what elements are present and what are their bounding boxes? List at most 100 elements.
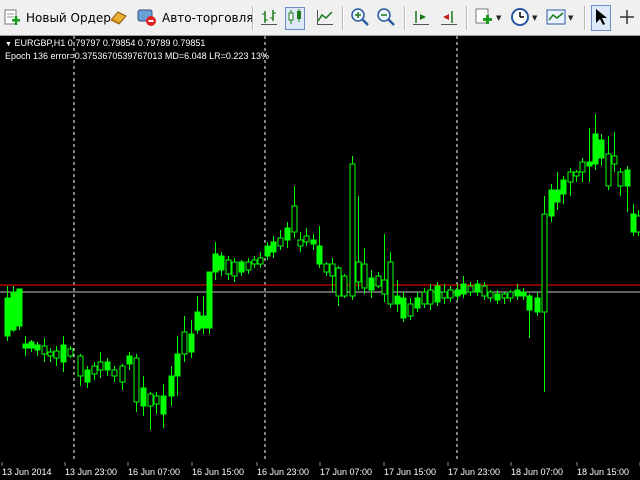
candle-body: [335, 267, 342, 297]
bar-chart-icon: [260, 8, 278, 29]
candle-body: [355, 261, 362, 283]
candle-body: [441, 291, 448, 299]
candle-body: [592, 133, 599, 165]
candle-body: [407, 303, 414, 317]
x-axis-label: 17 Jun 15:00: [384, 467, 436, 477]
candle-body: [494, 293, 501, 301]
candle-body: [168, 375, 175, 397]
candle-body: [147, 393, 154, 407]
candle-body: [586, 161, 593, 167]
candle-body: [97, 361, 104, 371]
bar-chart-button[interactable]: [260, 6, 278, 30]
candle-body: [579, 161, 586, 173]
candle-body: [349, 163, 356, 297]
candle-body: [624, 169, 631, 187]
chart-canvas[interactable]: 13 Jun 2014 13 Jun 23:00 16 Jun 07:00 16 Ju…: [0, 36, 640, 480]
zoom-out-icon: [376, 7, 396, 30]
candle-body: [174, 353, 181, 377]
chart-shift-button[interactable]: [412, 6, 430, 30]
templates-button[interactable]: ▼: [546, 6, 573, 30]
chart-shift-icon: [412, 8, 430, 29]
collapse-triangle-icon[interactable]: ▼: [5, 41, 12, 48]
x-axis-label: 16 Jun 07:00: [128, 467, 180, 477]
candle-body: [231, 261, 238, 277]
candle-body: [297, 239, 304, 247]
candle-body: [291, 205, 298, 233]
x-axis-label: 16 Jun 15:00: [192, 467, 244, 477]
candle-body: [257, 257, 264, 265]
auto-trading-button[interactable]: Авто-торговля: [136, 6, 254, 30]
candle-body: [617, 171, 624, 187]
candle-body: [133, 357, 140, 403]
candle-body: [554, 189, 561, 203]
candle-body: [126, 355, 133, 365]
candle-body: [567, 171, 574, 183]
toolbar: Новый Ордер Авто-торговля ▼ ▼ ▼: [0, 0, 640, 36]
add-indicator-button[interactable]: ▼: [474, 6, 501, 30]
candle-body: [387, 261, 394, 305]
candle-body: [160, 395, 167, 415]
candle-body: [598, 139, 605, 159]
periods-icon: [510, 7, 530, 30]
price-chart[interactable]: 13 Jun 2014 13 Jun 23:00 16 Jun 07:00 16 Ju…: [0, 36, 640, 480]
candle-body: [200, 315, 207, 329]
zoom-out-button[interactable]: [376, 6, 396, 30]
candle-body: [47, 351, 54, 357]
candle-body: [507, 291, 514, 299]
candle-body: [303, 235, 310, 243]
x-axis-label: 13 Jun 23:00: [65, 467, 117, 477]
candle-body: [264, 245, 271, 257]
candle-body: [119, 365, 126, 383]
candle-body: [573, 171, 580, 177]
chart-symbol-header: ▼ EURGBP,H1 0.79797 0.79854 0.79789 0.79…: [5, 38, 205, 48]
candle-body: [212, 253, 219, 273]
crosshair-icon: [618, 8, 636, 29]
autoscroll-icon: [440, 8, 458, 29]
new-order-label: Новый Ордер: [26, 11, 111, 25]
candle-body: [427, 289, 434, 305]
candle-body: [60, 344, 67, 363]
candle-body: [181, 331, 188, 355]
autoscroll-button[interactable]: [440, 6, 458, 30]
candle-body: [375, 275, 382, 287]
candle-body: [400, 297, 407, 319]
candle-body: [323, 263, 330, 273]
candle-body: [514, 289, 521, 297]
zoom-in-icon: [350, 7, 370, 30]
chevron-down-icon: ▼: [496, 14, 502, 22]
candle-body: [329, 263, 336, 277]
candle-body: [251, 259, 258, 265]
candle-body: [635, 215, 640, 233]
candle-body: [560, 179, 567, 195]
new-order-button[interactable]: Новый Ордер: [4, 6, 111, 30]
candle-body: [368, 277, 375, 291]
candle-body: [487, 291, 494, 299]
auto-trading-label: Авто-торговля: [162, 11, 254, 25]
candle-body: [447, 289, 454, 299]
candle-body: [277, 237, 284, 247]
candle-body: [140, 387, 147, 407]
zoom-in-button[interactable]: [350, 6, 370, 30]
candle-body: [548, 189, 555, 217]
candle-body: [270, 241, 277, 253]
candle-body: [104, 361, 111, 371]
x-axis-label: 13 Jun 2014: [2, 467, 52, 477]
crosshair-button[interactable]: [618, 6, 636, 30]
add-indicator-icon: [474, 7, 494, 30]
periods-button[interactable]: ▼: [510, 6, 537, 30]
candle-body: [4, 297, 11, 337]
candle-body: [434, 285, 441, 303]
line-chart-button[interactable]: [316, 6, 334, 30]
candle-body: [421, 291, 428, 305]
history-button[interactable]: [108, 6, 128, 30]
candlestick-chart-button[interactable]: [285, 6, 305, 30]
candle-body: [284, 227, 291, 241]
x-axis-label: 18 Jun 07:00: [511, 467, 563, 477]
candlestick-chart-icon: [285, 6, 305, 30]
candle-body: [53, 350, 60, 359]
candle-body: [541, 213, 548, 313]
cursor-icon: [592, 7, 610, 30]
candle-body: [245, 261, 252, 271]
line-chart-icon: [316, 8, 334, 29]
cursor-button[interactable]: [591, 5, 611, 31]
